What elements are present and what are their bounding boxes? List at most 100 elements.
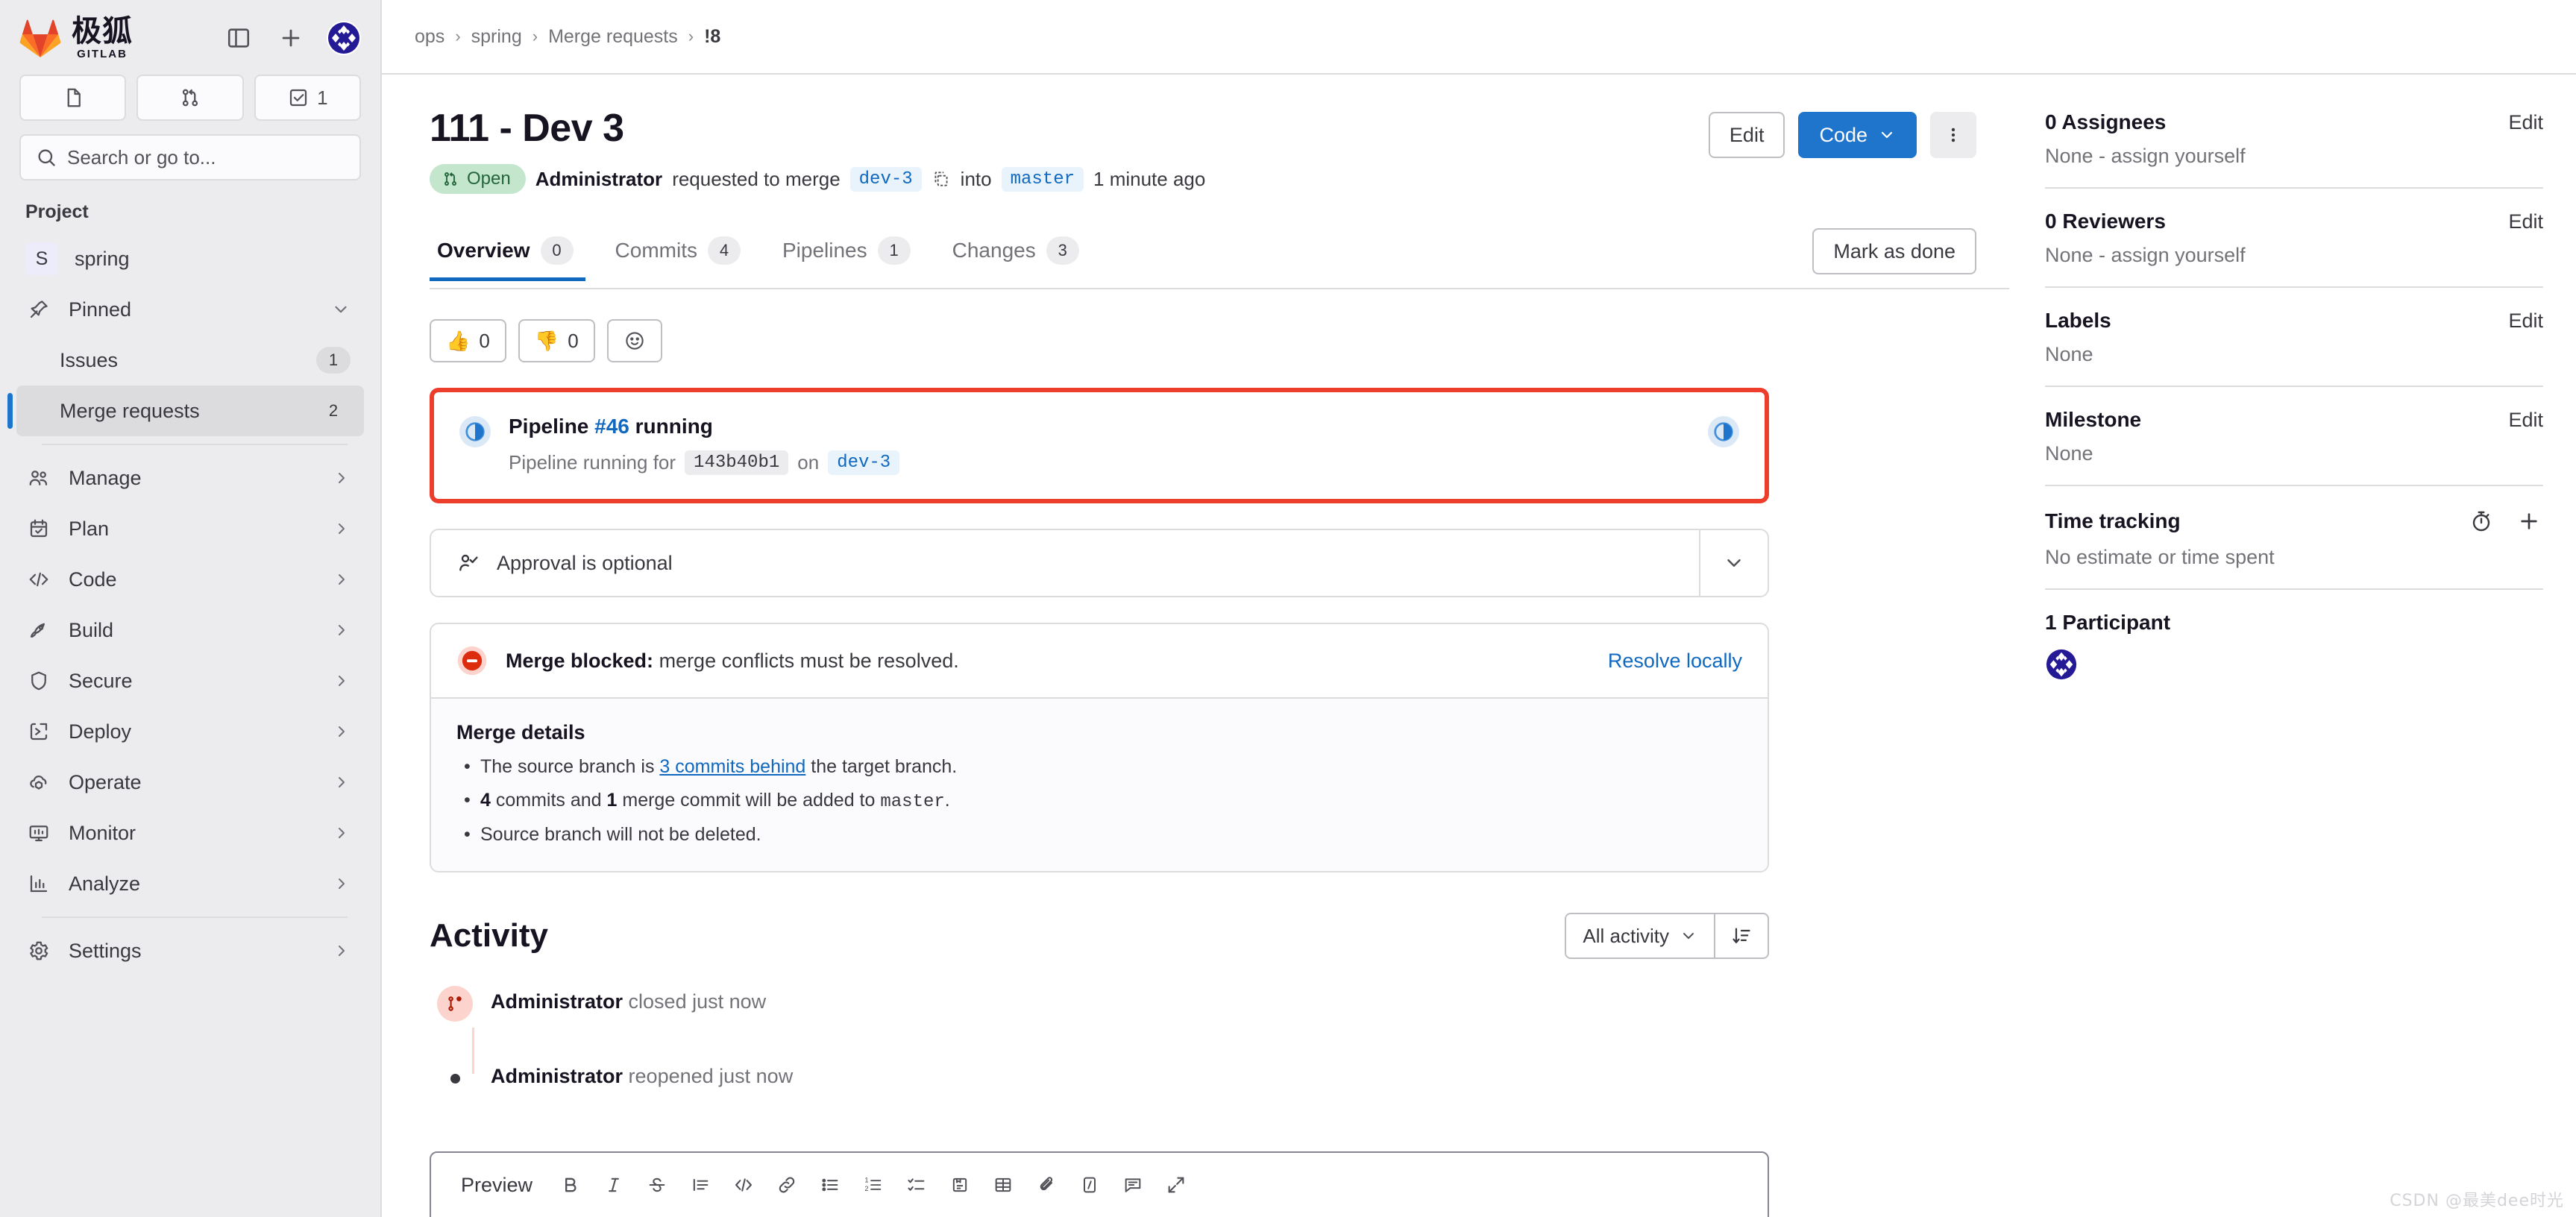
timeline-user[interactable]: Administrator: [491, 1065, 623, 1087]
pipeline-number-link[interactable]: #46: [594, 415, 629, 438]
commits-behind-link[interactable]: 3 commits behind: [659, 756, 805, 777]
participant-avatar[interactable]: [2045, 648, 2078, 681]
project-avatar: S: [25, 242, 58, 275]
sidebar-item-pinned[interactable]: Pinned: [16, 284, 364, 335]
sidebar-section-label: Project: [25, 201, 89, 222]
task-list-icon[interactable]: [895, 1163, 938, 1207]
gear-icon: [25, 937, 52, 964]
todos-count: 1: [317, 86, 328, 109]
toggle-sidebar-icon[interactable]: [222, 22, 255, 54]
sidebar-item-merge-requests[interactable]: Merge requests 2: [7, 386, 364, 436]
commit-sha-chip[interactable]: 143b40b1: [685, 450, 789, 475]
resolve-locally-link[interactable]: Resolve locally: [1608, 650, 1742, 673]
bold-icon[interactable]: [549, 1163, 592, 1207]
breadcrumb-current-mr[interactable]: !8: [704, 26, 720, 48]
assignees-value[interactable]: None - assign yourself: [2045, 145, 2543, 168]
snippet-icon[interactable]: [1068, 1163, 1111, 1207]
table-icon[interactable]: [981, 1163, 1025, 1207]
numbered-list-icon[interactable]: 1 2: [852, 1163, 895, 1207]
sidebar-item-project-spring[interactable]: S spring: [16, 233, 364, 284]
sidebar-pill-merge-requests[interactable]: [136, 75, 244, 121]
sidebar-item-monitor[interactable]: Monitor: [16, 808, 364, 858]
milestone-edit-button[interactable]: Edit: [2508, 409, 2543, 432]
tab-label: Overview: [437, 239, 530, 262]
sidebar-item-operate[interactable]: Operate: [16, 757, 364, 808]
sidebar-item-plan[interactable]: Plan: [16, 503, 364, 554]
mark-as-done-button[interactable]: Mark as done: [1812, 228, 1976, 274]
assignees-edit-button[interactable]: Edit: [2508, 111, 2543, 134]
thumbsup-reaction-button[interactable]: 👍 0: [430, 319, 506, 362]
sidebar-section-assignees: 0 Assignees Edit None - assign yourself: [2045, 104, 2543, 187]
mr-into-text: into: [960, 167, 992, 190]
brand-logo[interactable]: 极狐 GITLAB: [19, 16, 133, 60]
sidebar-item-deploy[interactable]: Deploy: [16, 706, 364, 757]
right-sidebar: 0 Assignees Edit None - assign yourself …: [2009, 75, 2576, 1217]
activity-title: Activity: [430, 917, 548, 954]
attachment-icon[interactable]: [1025, 1163, 1068, 1207]
collapsible-section-icon[interactable]: [938, 1163, 981, 1207]
quote-icon[interactable]: [679, 1163, 722, 1207]
code-icon[interactable]: [722, 1163, 765, 1207]
sidebar-item-build[interactable]: Build: [16, 605, 364, 655]
reviewers-value[interactable]: None - assign yourself: [2045, 244, 2543, 267]
bullet-list-icon[interactable]: [808, 1163, 852, 1207]
add-reaction-button[interactable]: [606, 319, 662, 362]
smiley-icon: [623, 330, 646, 352]
activity-filter-button[interactable]: All activity: [1565, 913, 1715, 959]
comment-template-icon[interactable]: [1111, 1163, 1155, 1207]
sidebar-item-issues[interactable]: Issues 1: [16, 335, 364, 386]
sidebar-item-settings[interactable]: Settings: [16, 925, 364, 976]
activity-timeline: Administrator closed just now Administra…: [430, 986, 1769, 1119]
sidebar-quick-pills: 1: [0, 70, 380, 131]
sidebar-section-reviewers: 0 Reviewers Edit None - assign yourself: [2045, 187, 2543, 286]
add-time-estimate-icon[interactable]: [2515, 507, 2543, 535]
code-icon: [25, 566, 52, 593]
activity-sort-button[interactable]: [1715, 913, 1769, 959]
reviewers-edit-button[interactable]: Edit: [2508, 210, 2543, 233]
copy-branch-icon[interactable]: [932, 169, 951, 189]
italic-icon[interactable]: [592, 1163, 635, 1207]
tab-commits[interactable]: Commits 4: [594, 236, 761, 281]
target-branch-chip[interactable]: master: [1001, 166, 1084, 192]
tab-pipelines[interactable]: Pipelines 1: [761, 236, 932, 281]
sidebar-item-analyze[interactable]: Analyze: [16, 858, 364, 909]
thumbsdown-reaction-button[interactable]: 👎 0: [518, 319, 595, 362]
sidebar-item-secure[interactable]: Secure: [16, 655, 364, 706]
merge-requests-count-badge: 2: [316, 397, 351, 424]
source-branch-chip[interactable]: dev-3: [849, 166, 922, 192]
pipeline-subtitle: Pipeline running for 143b40b1 on dev-3: [509, 450, 1690, 475]
breadcrumb-item-spring[interactable]: spring: [471, 26, 522, 48]
assignees-title: 0 Assignees: [2045, 110, 2167, 133]
cloud-cube-icon: [25, 769, 52, 796]
fullscreen-icon[interactable]: [1155, 1163, 1198, 1207]
strikethrough-icon[interactable]: [635, 1163, 679, 1207]
timeline-user[interactable]: Administrator: [491, 990, 623, 1013]
code-button[interactable]: Code: [1798, 112, 1917, 158]
timeline-item-text: Administrator closed just now: [491, 986, 766, 1013]
labels-edit-button[interactable]: Edit: [2508, 309, 2543, 333]
sidebar-item-manage[interactable]: Manage: [16, 453, 364, 503]
sidebar-item-code[interactable]: Code: [16, 554, 364, 605]
search-input[interactable]: Search or go to...: [19, 134, 361, 180]
link-icon[interactable]: [765, 1163, 808, 1207]
breadcrumb-item-ops[interactable]: ops: [415, 26, 444, 48]
sidebar-pill-todos[interactable]: 1: [254, 75, 361, 121]
tab-count: 4: [707, 236, 741, 265]
pipeline-widget: Pipeline #46 running Pipeline running fo…: [430, 388, 1769, 503]
pipeline-title: Pipeline #46 running: [509, 415, 1690, 438]
breadcrumb-item-merge-requests[interactable]: Merge requests: [548, 26, 678, 48]
approval-expand-button[interactable]: [1699, 530, 1768, 596]
edit-button[interactable]: Edit: [1708, 112, 1785, 158]
tab-overview[interactable]: Overview 0: [430, 236, 594, 281]
more-actions-button[interactable]: [1930, 112, 1976, 158]
sidebar-pill-issues[interactable]: [19, 75, 127, 121]
mr-author[interactable]: Administrator: [535, 168, 662, 191]
tab-changes[interactable]: Changes 3: [932, 236, 1100, 281]
user-avatar[interactable]: [327, 21, 361, 55]
labels-value: None: [2045, 343, 2093, 365]
preview-toggle-button[interactable]: Preview: [444, 1168, 549, 1203]
pipeline-branch-chip[interactable]: dev-3: [828, 450, 900, 475]
create-new-icon[interactable]: [274, 22, 307, 54]
timer-icon[interactable]: [2467, 507, 2495, 535]
rocket-icon: [25, 617, 52, 644]
